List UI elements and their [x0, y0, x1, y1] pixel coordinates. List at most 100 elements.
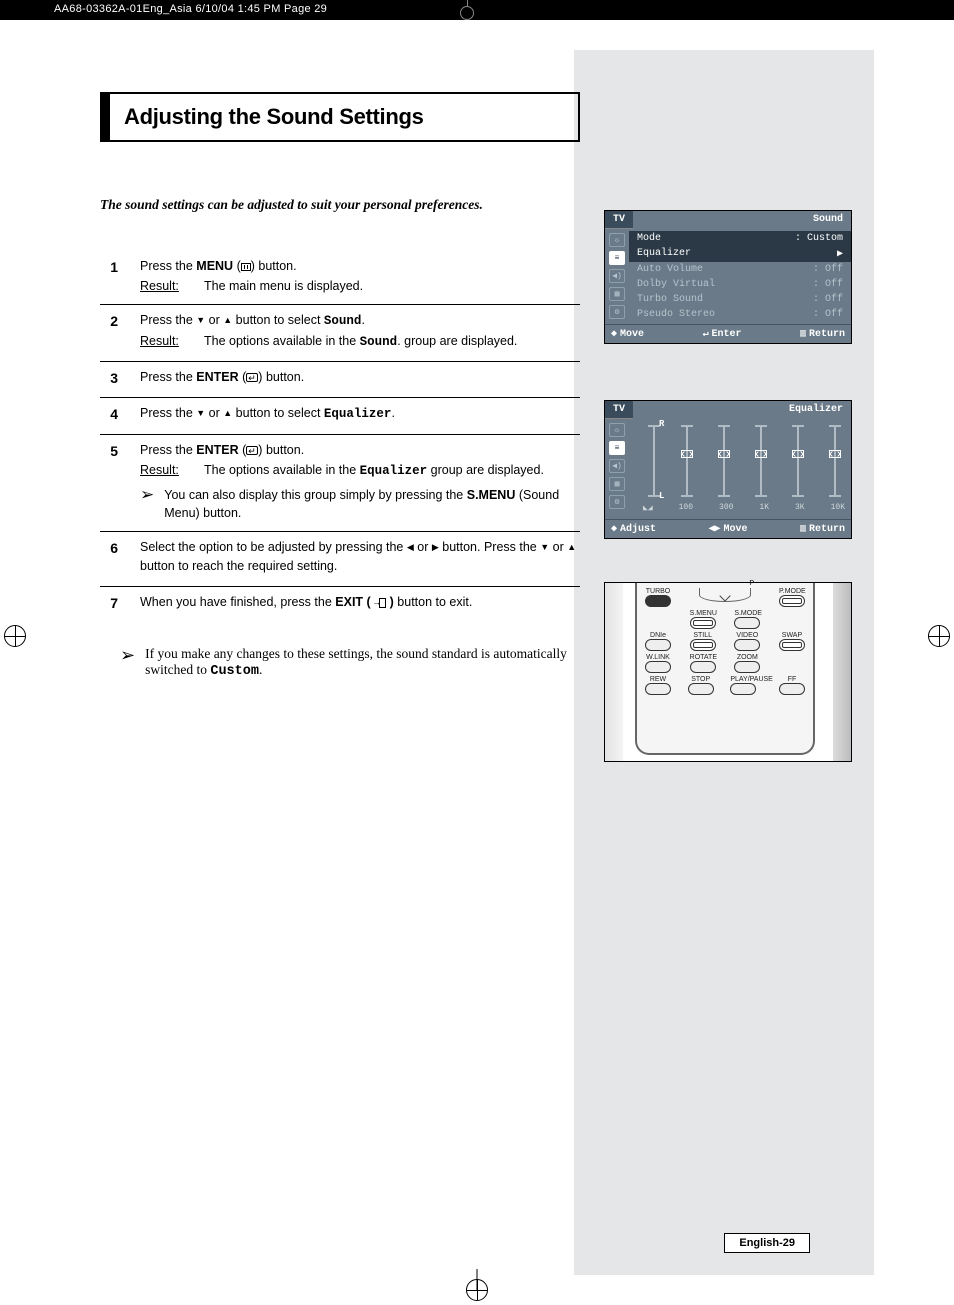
- steps-list: 1 Press the MENU () button. Result:The m…: [100, 251, 580, 622]
- osd-row-label: Auto Volume: [637, 264, 703, 275]
- remote-label: FF: [779, 676, 805, 683]
- osd-row-label: Mode: [637, 233, 661, 244]
- osd-tab: TV: [605, 211, 633, 229]
- osd-row-label: Equalizer: [637, 248, 691, 260]
- osd-footer: ◆ Adjust ◀▶ Move ▥ Return: [605, 519, 851, 538]
- step-text: Press the ENTER () button.: [140, 441, 580, 459]
- balance-label-r: R: [659, 419, 664, 429]
- down-arrow-icon: ▼: [196, 407, 205, 420]
- eq-freq: 300: [719, 503, 733, 513]
- balance-label-l: L: [659, 491, 664, 501]
- up-arrow-icon: ▲: [223, 314, 232, 327]
- osd-hint-return: ▥ Return: [800, 523, 845, 535]
- remote-label: DNIe: [645, 632, 671, 639]
- remote-label: W.LINK: [645, 654, 671, 661]
- osd-tab: TV: [605, 401, 633, 419]
- osd-row: Equalizer ▶: [629, 246, 851, 262]
- menu-icon: [241, 263, 251, 271]
- up-arrow-icon: ▲: [567, 541, 576, 554]
- left-arrow-icon: ◀: [407, 541, 414, 554]
- remote-label: PLAY/PAUSE: [730, 676, 762, 683]
- osd-row-value: ▶: [837, 248, 843, 260]
- right-arrow-icon: ▶: [432, 541, 439, 554]
- osd-row-value: : Custom: [795, 233, 843, 244]
- osd-hint-adjust: ◆ Adjust: [611, 523, 656, 535]
- osd-footer: ◆ Move ↵ Enter ▥ Return: [605, 324, 851, 343]
- enter-icon: [246, 446, 258, 455]
- main-content: Adjusting the Sound Settings The sound s…: [100, 92, 580, 679]
- pmode-button: [779, 595, 805, 607]
- osd-row: Pseudo Stereo: Off: [629, 307, 851, 322]
- remote-label: TURBO: [645, 588, 671, 595]
- eq-freq: 100: [679, 503, 693, 513]
- sound-cat-icon: ≡: [609, 251, 625, 265]
- remote-label: S.MODE: [734, 610, 760, 617]
- step-number: 7: [100, 593, 118, 613]
- remote-label: ZOOM: [734, 654, 760, 661]
- speaker-cat-icon: ◀): [609, 459, 625, 473]
- page-inner: TV Sound ☼ ≡ ◀) ▦ ⚙ Mode: Custom Equaliz…: [30, 50, 924, 1275]
- swap-button: [779, 639, 805, 651]
- step-result: Result:The main menu is displayed.: [140, 277, 580, 295]
- eq-band: [788, 425, 808, 497]
- remote-label: VIDEO: [734, 632, 760, 639]
- step-result: Result:The options available in the Equa…: [140, 461, 580, 480]
- footnote: ➢ If you make any changes to these setti…: [100, 646, 580, 679]
- osd-hint-move: ◀▶ Move: [708, 523, 747, 535]
- osd-row-label: Turbo Sound: [637, 294, 703, 305]
- picture-cat-icon: ☼: [609, 423, 625, 437]
- remote-label: P.MODE: [779, 588, 805, 595]
- remote-label: STILL: [690, 632, 716, 639]
- eq-freq: 10K: [831, 503, 845, 513]
- osd-sound-menu: TV Sound ☼ ≡ ◀) ▦ ⚙ Mode: Custom Equaliz…: [604, 210, 852, 344]
- step-text: Press the ▼ or ▲ button to select Sound.: [140, 311, 580, 330]
- print-header-text: AA68-03362A-01Eng_Asia 6/10/04 1:45 PM P…: [54, 3, 327, 15]
- setup-cat-icon: ⚙: [609, 305, 625, 319]
- smenu-button: [690, 617, 716, 629]
- step-text: Press the ▼ or ▲ button to select Equali…: [140, 404, 580, 423]
- page-title: Adjusting the Sound Settings: [124, 104, 562, 130]
- step-text: Press the ENTER () button.: [140, 368, 580, 386]
- rotate-button: [690, 661, 716, 673]
- eq-freq: 3K: [795, 503, 805, 513]
- osd-row-value: : Off: [813, 279, 843, 290]
- equalizer-area: R L ◣◢ 100 300 1K 3K: [629, 419, 851, 519]
- ff-button: [779, 683, 805, 695]
- step-number: 1: [100, 257, 118, 295]
- eq-freq: 1K: [759, 503, 769, 513]
- step: 2 Press the ▼ or ▲ button to select Soun…: [100, 305, 580, 361]
- wlink-button: [645, 661, 671, 673]
- stop-button: [688, 683, 714, 695]
- osd-rows: Mode : Custom Equalizer ▶ Auto Volume : Off…: [629, 229, 851, 324]
- step-number: 2: [100, 311, 118, 351]
- eq-floor-icon: ◣◢: [643, 503, 653, 513]
- osd-hint-return: ▥ Return: [800, 328, 845, 340]
- exit-icon: [374, 598, 386, 607]
- down-arrow-icon: ▼: [196, 314, 205, 327]
- osd-row: Turbo Sound : Off: [629, 292, 851, 307]
- step-text: Select the option to be adjusted by pres…: [140, 538, 580, 574]
- remote-illustration: TURBO P P.MODE S.MENU S.MODE DNIe STILL …: [604, 582, 852, 762]
- eq-sliders: [677, 425, 845, 497]
- eq-band: [677, 425, 697, 497]
- remote-label: STOP: [688, 676, 714, 683]
- eq-band: [751, 425, 771, 497]
- osd-row-value: : Off: [813, 294, 843, 305]
- osd-hint-move: ◆ Move: [611, 328, 644, 340]
- osd-row: Dolby Virtual: Off: [629, 277, 851, 292]
- crop-mark-icon: [4, 625, 26, 647]
- step-note: ➢You can also display this group simply …: [140, 486, 580, 522]
- channel-cat-icon: ▦: [609, 477, 625, 491]
- osd-title: Equalizer: [633, 401, 851, 419]
- remote-label: SWAP: [779, 632, 805, 639]
- turbo-button: [645, 595, 671, 607]
- step-text: When you have finished, press the EXIT (…: [140, 593, 580, 611]
- eq-freq-labels: ◣◢ 100 300 1K 3K 10K: [669, 503, 845, 513]
- osd-row-label: Pseudo Stereo: [637, 309, 715, 320]
- step-number: 3: [100, 368, 118, 388]
- channel-cat-icon: ▦: [609, 287, 625, 301]
- still-button: [690, 639, 716, 651]
- step: 6 Select the option to be adjusted by pr…: [100, 532, 580, 586]
- crop-mark-icon: [928, 625, 950, 647]
- enter-icon: [246, 373, 258, 382]
